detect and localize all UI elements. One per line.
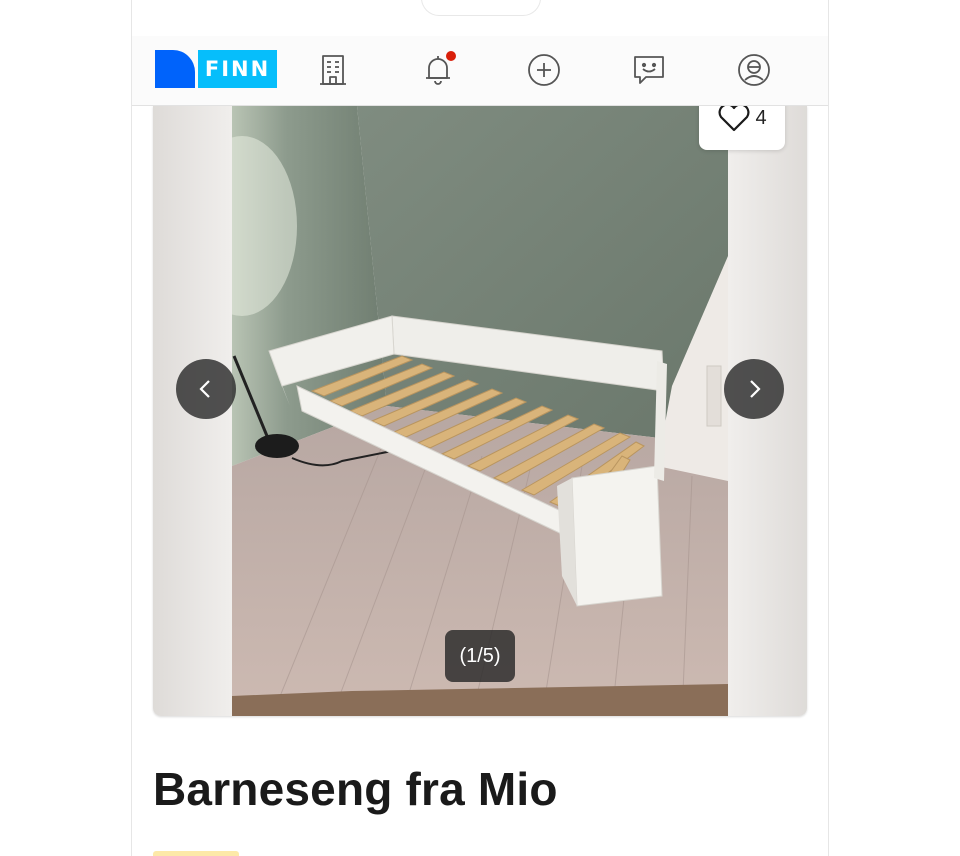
chat-icon [634, 56, 664, 84]
image-counter: (1/5) [445, 630, 515, 682]
nav-notifications-button[interactable] [420, 51, 456, 88]
image-gallery[interactable] [153, 106, 807, 716]
listing-title: Barneseng fra Mio [153, 763, 558, 815]
finn-logo[interactable]: FINN [155, 50, 279, 90]
top-nav-bar: FINN [132, 36, 828, 106]
nav-messages-button[interactable] [631, 52, 667, 88]
badge-strip [153, 851, 239, 856]
plus-circle-icon [528, 54, 560, 86]
nav-profile-button[interactable] [736, 52, 772, 88]
app-page: FINN 4 (1/5) Barneseng fra Mio [0, 0, 960, 856]
nav-building-button[interactable] [315, 52, 351, 88]
listing-photo[interactable] [232, 106, 728, 716]
chevron-left-icon [199, 380, 210, 398]
nav-new-ad-button[interactable] [526, 52, 562, 88]
heart-icon [718, 103, 750, 132]
previous-image-button[interactable] [176, 359, 236, 419]
finn-logo-mark [155, 50, 195, 88]
notification-dot [446, 51, 456, 61]
chevron-right-icon [750, 380, 761, 398]
building-icon [320, 55, 346, 85]
device-notch [421, 0, 541, 16]
bed-photo-illustration [232, 106, 728, 716]
profile-icon [738, 54, 770, 86]
favorite-count: 4 [755, 106, 767, 129]
finn-logo-text: FINN [198, 50, 277, 88]
next-image-button[interactable] [724, 359, 784, 419]
